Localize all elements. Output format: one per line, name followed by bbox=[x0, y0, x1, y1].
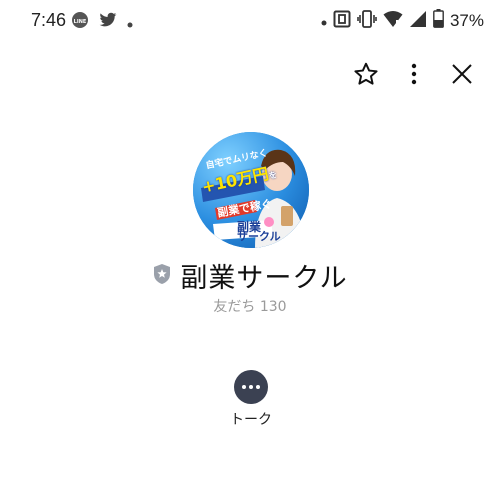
battery-icon bbox=[433, 9, 444, 32]
favorite-button[interactable] bbox=[348, 58, 384, 94]
friends-label: 友だち bbox=[213, 299, 256, 315]
more-options-button[interactable] bbox=[396, 58, 432, 94]
profile-name-row: 副業サークル bbox=[0, 256, 500, 295]
battery-percentage: 37% bbox=[449, 10, 484, 30]
chat-bubble-icon bbox=[234, 370, 268, 404]
vibrate-icon bbox=[357, 9, 377, 32]
talk-label: トーク bbox=[230, 412, 272, 428]
dot-icon bbox=[321, 11, 327, 30]
dot-icon bbox=[127, 13, 133, 32]
svg-text:LINE: LINE bbox=[74, 19, 87, 25]
wifi-icon bbox=[383, 10, 403, 32]
avatar-text-suffix: を bbox=[268, 170, 278, 181]
nfc-icon bbox=[333, 10, 351, 32]
close-icon bbox=[451, 63, 473, 89]
friends-row[interactable]: 友だち 130 bbox=[0, 296, 500, 316]
profile-name: 副業サークル bbox=[180, 263, 348, 294]
friends-count: 130 bbox=[259, 299, 287, 315]
status-left-icons: LINE bbox=[71, 11, 133, 33]
line-icon: LINE bbox=[71, 11, 89, 33]
talk-button[interactable]: トーク bbox=[224, 370, 278, 429]
close-button[interactable] bbox=[444, 58, 480, 94]
twitter-icon bbox=[99, 12, 117, 32]
profile-avatar[interactable]: 自宅でムリなく +10万円を 副業で稼ぐ 副業 サークル bbox=[193, 132, 309, 248]
more-vertical-icon bbox=[410, 63, 418, 89]
shield-icon bbox=[152, 263, 172, 289]
status-bar: 7:46 LINE 37% bbox=[0, 0, 500, 40]
profile-toolbar bbox=[336, 58, 480, 94]
star-outline-icon bbox=[353, 61, 379, 91]
status-time: 7:46 bbox=[31, 10, 67, 30]
avatar-badge-bottom: サークル bbox=[237, 230, 281, 243]
status-right-icons: 37% bbox=[321, 9, 484, 32]
signal-icon bbox=[409, 10, 427, 32]
